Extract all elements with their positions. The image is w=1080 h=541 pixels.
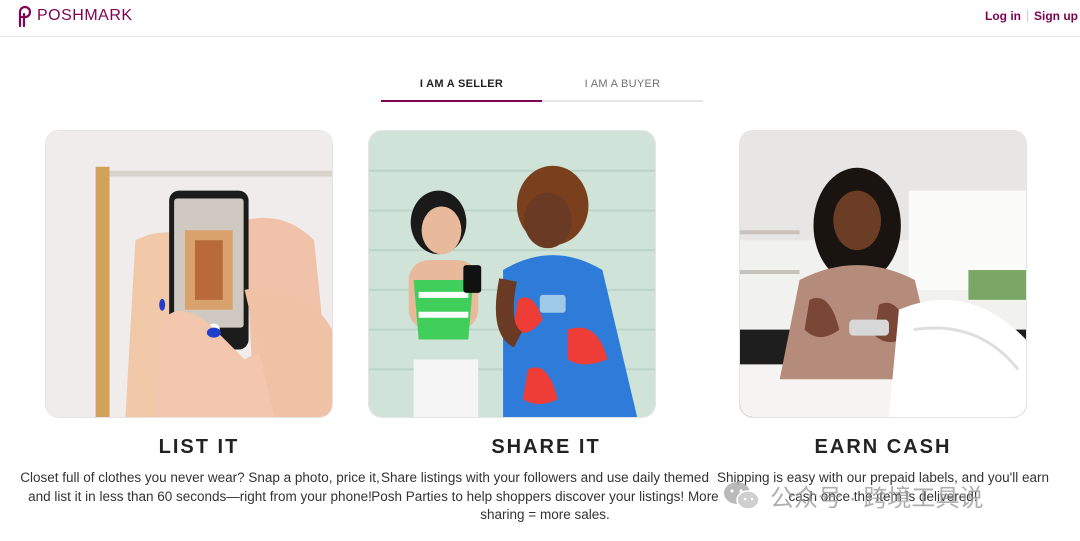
friends-sharing-illustration — [369, 131, 655, 417]
tab-buyer[interactable]: I AM A BUYER — [542, 70, 703, 100]
watermark: 公众号 · 跨境工具说 — [722, 478, 983, 513]
share-it-description: Share listings with your followers and u… — [371, 470, 719, 522]
auth-divider — [1027, 10, 1028, 22]
site-header: POSHMARK Log in Sign up — [0, 0, 1080, 37]
phone-photo-illustration — [46, 131, 332, 417]
poshmark-logo-icon — [18, 5, 32, 27]
unboxing-illustration — [740, 131, 1026, 417]
list-it-image — [45, 130, 333, 418]
signup-link[interactable]: Sign up — [1034, 9, 1078, 23]
list-it-description: Closet full of clothes you never wear? S… — [20, 470, 380, 504]
list-it-title: LIST IT — [158, 436, 240, 458]
share-it-title: SHARE IT — [491, 436, 601, 458]
tab-seller[interactable]: I AM A SELLER — [381, 70, 542, 102]
share-it-image — [368, 130, 656, 418]
earn-cash-image — [739, 130, 1027, 418]
login-link[interactable]: Log in — [985, 9, 1021, 23]
role-tabs: I AM A SELLER I AM A BUYER — [381, 70, 703, 102]
watermark-text: 公众号 · 跨境工具说 — [770, 485, 984, 512]
brand-name: POSHMARK — [37, 7, 133, 24]
auth-links: Log in Sign up — [985, 9, 1078, 23]
poshmark-logo[interactable]: POSHMARK — [15, 5, 133, 27]
earn-cash-title: EARN CASH — [814, 436, 952, 458]
wechat-icon — [724, 481, 760, 510]
